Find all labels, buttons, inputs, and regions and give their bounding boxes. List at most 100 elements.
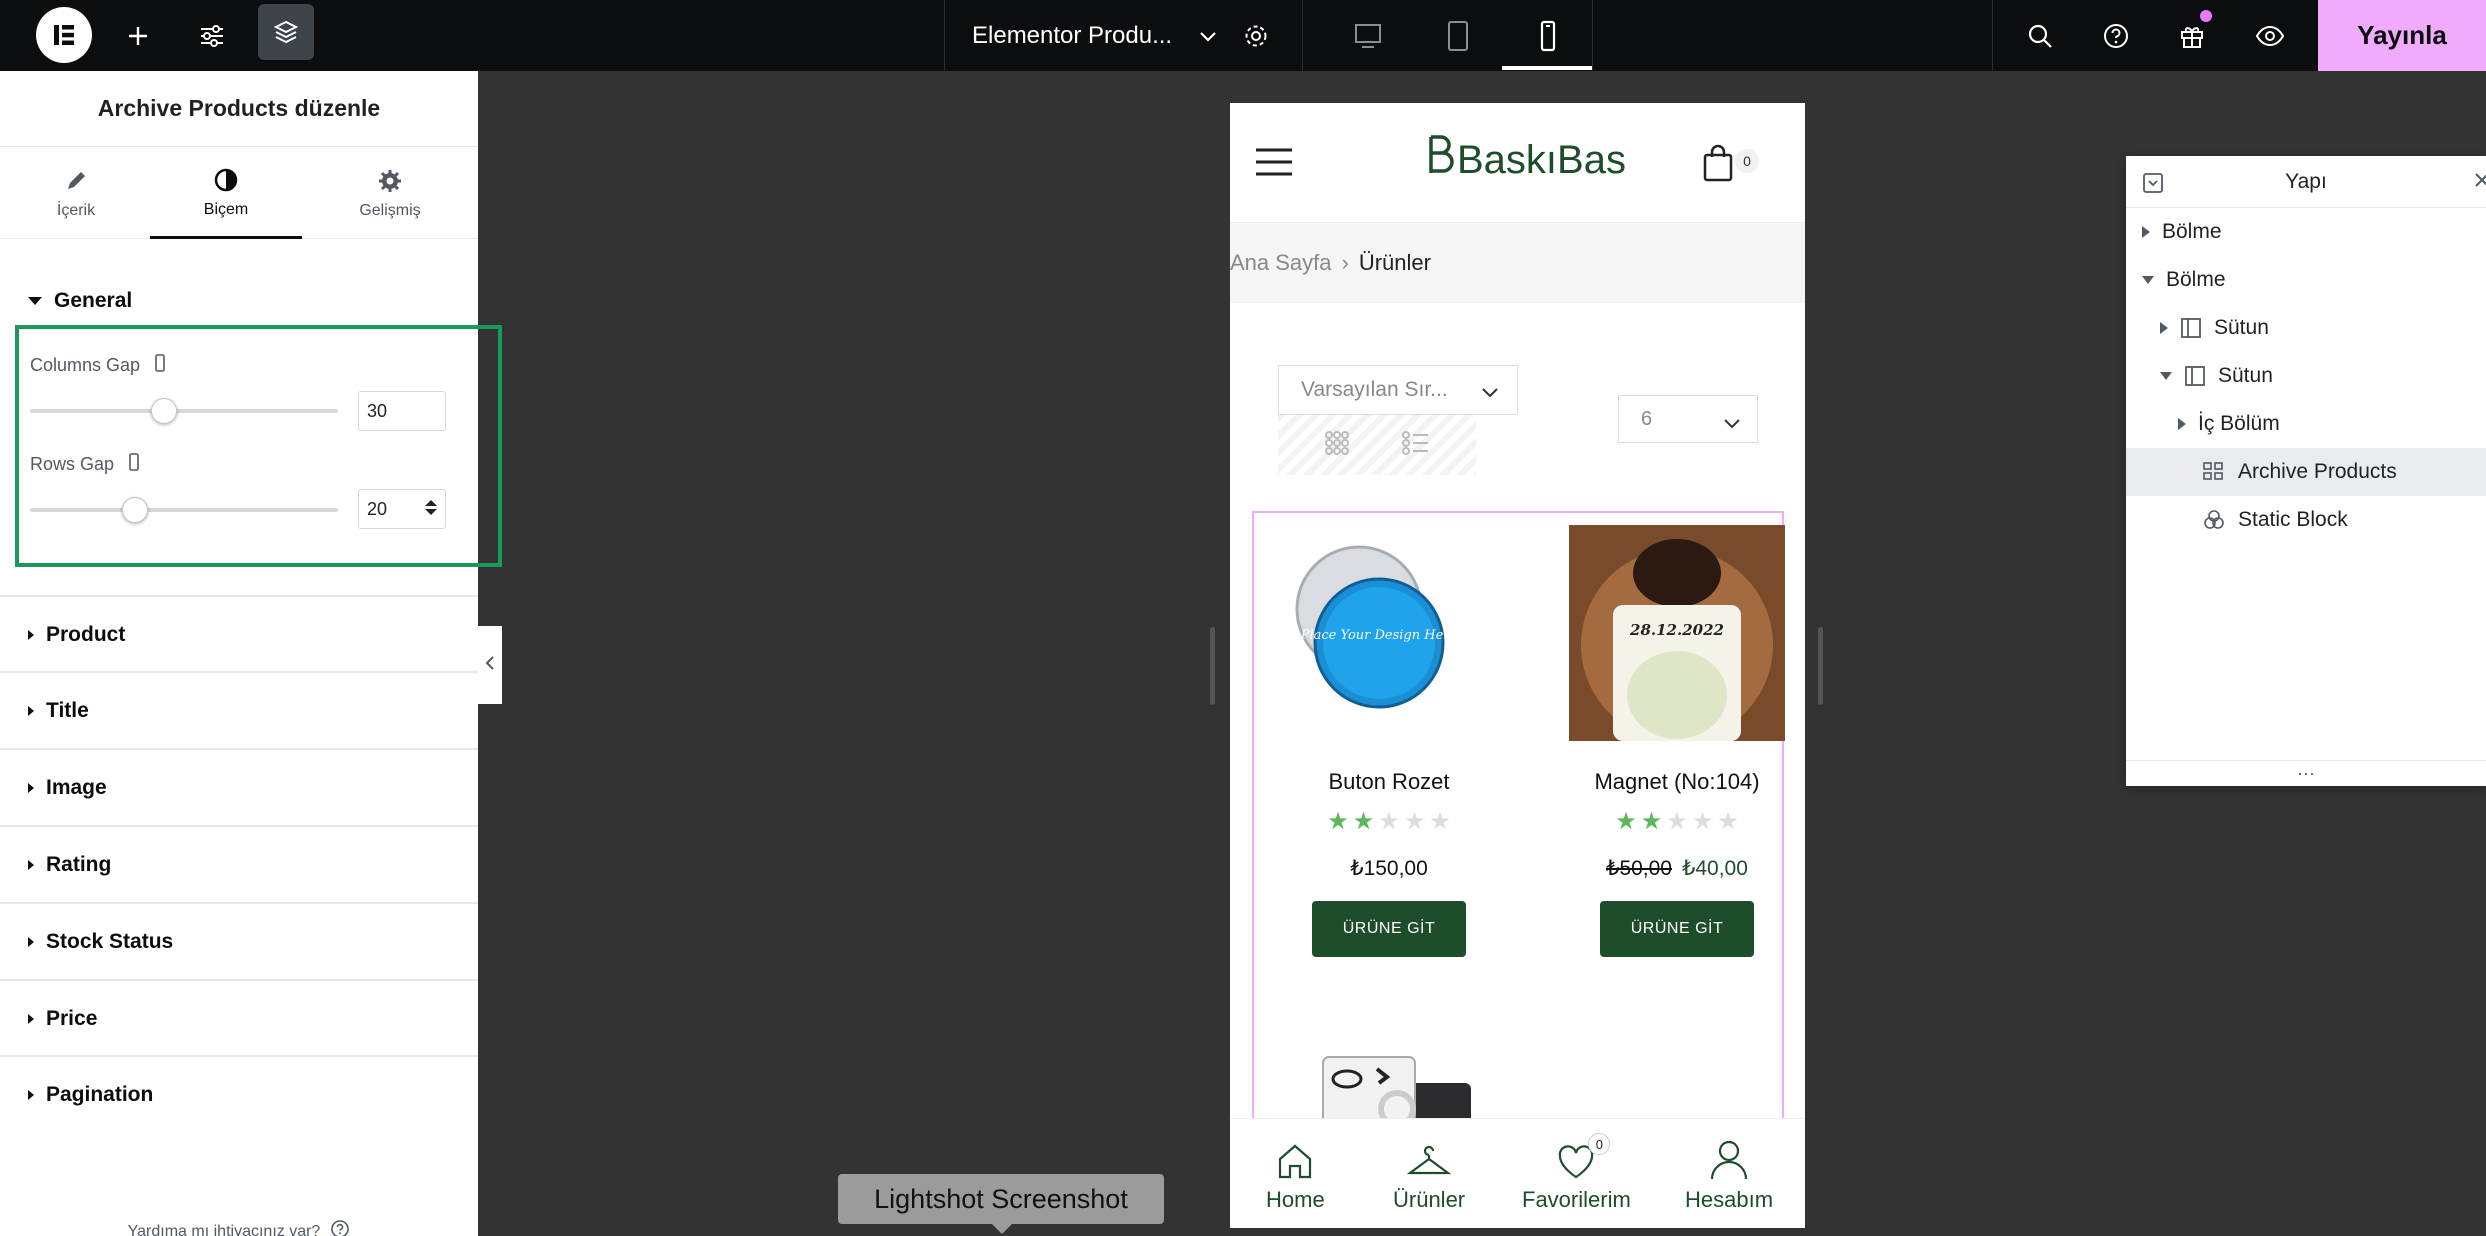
pencil-icon	[64, 166, 88, 196]
breadcrumb-home-link[interactable]: Ana Sayfa	[1230, 250, 1332, 276]
cart-count-badge: 0	[1735, 149, 1759, 173]
section-rating-toggle[interactable]: Rating	[0, 825, 478, 901]
star-icon: ★	[1403, 808, 1426, 835]
column-icon	[2184, 365, 2206, 387]
navigator-resize-handle[interactable]: ···	[2126, 760, 2486, 786]
resize-handle-left[interactable]	[1210, 627, 1215, 705]
site-logo[interactable]: BaskıBas	[1425, 133, 1626, 187]
nav-account[interactable]: Hesabım	[1685, 1133, 1773, 1213]
star-icon: ★	[1378, 808, 1400, 835]
product-card[interactable]: 28.12.2022 Magnet (No:104) ★ ★ ★ ★ ★ ₺50,00 …	[1562, 525, 1792, 957]
view-mode-toggle	[1278, 415, 1476, 475]
product-card[interactable]: Place Your Design Here Buton Rozet ★ ★ ★ ★ ★…	[1274, 525, 1504, 957]
grid-view-icon[interactable]	[1324, 430, 1350, 461]
product-image[interactable]: 28.12.2022	[1569, 525, 1785, 741]
navigator-item[interactable]: Sütun	[2126, 352, 2486, 400]
tablet-view-button[interactable]	[1436, 0, 1480, 71]
navigator-title: Yapı	[2285, 169, 2327, 193]
collapse-all-icon[interactable]	[2142, 172, 2164, 200]
navigator-item[interactable]: Static Block	[2126, 496, 2486, 544]
caret-down-icon	[28, 297, 42, 305]
document-title-button[interactable]: Elementor Produ...	[972, 0, 1218, 71]
shopping-bag-icon[interactable]	[1702, 143, 1734, 188]
hamburger-menu-icon[interactable]	[1254, 147, 1294, 182]
product-name[interactable]: Buton Rozet	[1328, 769, 1449, 795]
list-view-icon[interactable]	[1402, 430, 1430, 461]
go-to-product-button[interactable]: ÜRÜNE GİT	[1600, 901, 1754, 957]
section-general-toggle[interactable]: General	[28, 289, 132, 313]
desktop-view-button[interactable]	[1346, 0, 1390, 71]
navigator-item[interactable]: Bölme	[2126, 208, 2486, 256]
nav-label: Favorilerim	[1522, 1187, 1631, 1212]
structure-button[interactable]	[258, 4, 314, 60]
resize-handle-right[interactable]	[1818, 627, 1823, 705]
preview-button[interactable]	[2250, 0, 2290, 71]
navigator-item[interactable]: Archive Products	[2126, 448, 2486, 496]
chevron-down-icon	[1481, 380, 1499, 404]
caret-down-icon[interactable]	[2142, 276, 2154, 284]
tab-label: Gelişmiş	[359, 202, 421, 219]
finder-button[interactable]	[2020, 0, 2060, 71]
section-price-toggle[interactable]: Price	[0, 979, 478, 1055]
rating-stars: ★ ★ ★ ★ ★	[1327, 807, 1451, 836]
section-title: Price	[46, 1007, 98, 1030]
heart-icon: 0	[1556, 1133, 1611, 1181]
caret-right-icon[interactable]	[2142, 226, 2150, 238]
page-settings-button[interactable]	[1236, 0, 1276, 71]
divider	[1592, 0, 1593, 71]
product-name[interactable]: Magnet (No:104)	[1594, 769, 1759, 795]
nav-label: Ürünler	[1393, 1187, 1466, 1212]
nav-label: Hesabım	[1685, 1187, 1774, 1212]
section-product-toggle[interactable]: Product	[0, 595, 478, 671]
site-header: BaskıBas 0	[1230, 103, 1805, 223]
collapse-panel-button[interactable]	[478, 626, 502, 704]
section-title: Title	[46, 699, 89, 722]
column-icon	[2180, 317, 2202, 339]
navigator-item[interactable]: Bölme	[2126, 256, 2486, 304]
structure-navigator: Yapı Bölme Bölme Sütun Sütun İç Bölüm Archive…	[2126, 156, 2486, 786]
chevron-down-icon	[1198, 22, 1218, 50]
close-icon[interactable]	[2472, 170, 2486, 196]
tab-content[interactable]: İçerik	[0, 147, 152, 239]
publish-button[interactable]: Yayınla	[2318, 0, 2486, 71]
elementor-logo-icon[interactable]	[36, 7, 92, 63]
nav-products[interactable]: Ürünler	[1393, 1133, 1465, 1213]
panel-title: Archive Products düzenle	[0, 71, 478, 147]
sort-order-select[interactable]: Varsayılan Sır...	[1278, 365, 1518, 415]
caret-down-icon[interactable]	[2160, 372, 2172, 380]
editor-panel: Archive Products düzenle İçerik Biçem Ge…	[0, 71, 478, 1236]
tab-advanced[interactable]: Gelişmiş	[314, 147, 466, 239]
section-title-toggle[interactable]: Title	[0, 671, 478, 747]
navigator-item[interactable]: İç Bölüm	[2126, 400, 2486, 448]
per-page-select[interactable]: 6	[1618, 395, 1758, 443]
product-image[interactable]: Place Your Design Here	[1281, 525, 1497, 741]
help-button[interactable]	[2096, 0, 2136, 71]
add-element-button[interactable]	[118, 0, 158, 71]
star-icon: ★	[1717, 808, 1739, 835]
tab-style[interactable]: Biçem	[150, 147, 302, 239]
plus-icon	[118, 16, 158, 56]
nav-favorites[interactable]: 0 Favorilerim	[1522, 1133, 1631, 1213]
nav-home[interactable]: Home	[1266, 1133, 1325, 1213]
go-to-product-button[interactable]: ÜRÜNE GİT	[1312, 901, 1466, 957]
gear-icon	[377, 166, 403, 196]
active-device-indicator	[1502, 66, 1592, 70]
section-title: Pagination	[46, 1083, 154, 1106]
navigator-item-label: Sütun	[2218, 364, 2273, 387]
site-settings-button[interactable]	[192, 0, 232, 71]
tooltip-arrow	[992, 1224, 1012, 1234]
section-pagination-toggle[interactable]: Pagination	[0, 1055, 478, 1131]
caret-right-icon[interactable]	[2178, 418, 2186, 430]
help-circle-icon	[330, 1219, 350, 1236]
lightshot-tooltip: Lightshot Screenshot	[838, 1174, 1164, 1224]
section-image-toggle[interactable]: Image	[0, 748, 478, 824]
mobile-view-button[interactable]	[1526, 0, 1570, 71]
navigator-item[interactable]: Sütun	[2126, 304, 2486, 352]
divider	[1992, 0, 1993, 71]
panel-tabs: İçerik Biçem Gelişmiş	[0, 147, 478, 239]
mobile-preview: BaskıBas 0 Ana Sayfa › Ürünler Varsayıla…	[1230, 103, 1805, 1228]
notification-dot	[2200, 10, 2212, 22]
section-stock-status-toggle[interactable]: Stock Status	[0, 902, 478, 978]
caret-right-icon[interactable]	[2160, 322, 2168, 334]
help-link[interactable]: Yardıma mı ihtiyacınız var?	[0, 1219, 478, 1236]
